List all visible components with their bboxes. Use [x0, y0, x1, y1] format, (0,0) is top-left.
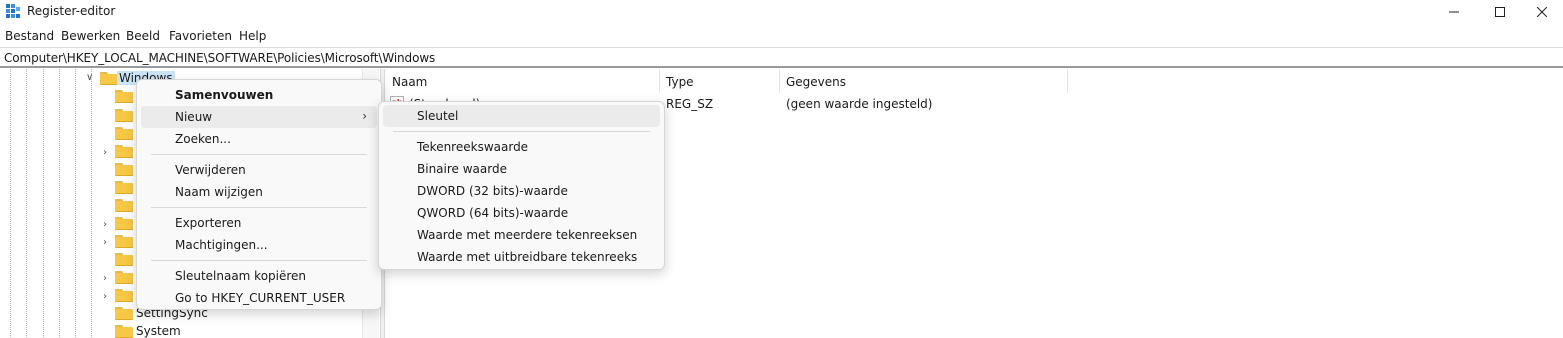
menu-item-label: Verwijderen: [175, 163, 246, 177]
value-type: REG_SZ: [666, 97, 714, 111]
menu-item-label: Waarde met meerdere tekenreeksen: [417, 228, 638, 242]
menu-item-label: Nieuw: [175, 110, 213, 124]
value-data: (geen waarde ingesteld): [786, 97, 933, 111]
chevron-right-icon[interactable]: ›: [103, 292, 113, 302]
tree-guide-line: [75, 69, 76, 338]
menu-separator: [151, 154, 367, 155]
folder-icon: [115, 199, 133, 212]
menu-item-label: Tekenreekswaarde: [417, 140, 529, 154]
folder-icon: [100, 72, 118, 85]
close-icon: [1537, 7, 1547, 17]
column-header-gegevens[interactable]: Gegevens: [780, 69, 1068, 93]
chevron-right-icon[interactable]: ›: [103, 238, 113, 248]
menu-item-label: Sleutel: [417, 109, 459, 123]
folder-icon: [115, 217, 133, 230]
tree-guide-line: [10, 69, 11, 338]
submenu-item-sleutel[interactable]: Sleutel: [383, 105, 660, 127]
menu-separator: [393, 131, 650, 132]
menu-item-nieuw[interactable]: Nieuw ›: [141, 106, 377, 128]
folder-icon: [115, 163, 133, 176]
folder-icon: [115, 289, 133, 302]
menu-item-label: Sleutelnaam kopiëren: [175, 269, 307, 283]
menu-item-label: Go to HKEY_CURRENT_USER: [175, 291, 346, 305]
chevron-right-icon[interactable]: ›: [103, 274, 113, 284]
folder-icon: [115, 271, 133, 284]
submenu-item-binaire-waarde[interactable]: Binaire waarde: [383, 158, 660, 180]
menu-item-label: Machtigingen...: [175, 238, 268, 252]
title-bar: Register-editor: [0, 0, 1563, 24]
tree-guide-line: [43, 69, 44, 338]
column-header-naam[interactable]: Naam: [386, 69, 660, 93]
close-button[interactable]: [1519, 0, 1563, 24]
menu-help[interactable]: Help: [239, 29, 266, 43]
tree-item-label: System: [136, 324, 181, 338]
minimize-button[interactable]: [1431, 0, 1477, 24]
menu-item-verwijderen[interactable]: Verwijderen: [141, 159, 377, 181]
chevron-down-icon[interactable]: ∨: [86, 73, 96, 83]
address-path[interactable]: Computer\HKEY_LOCAL_MACHINE\SOFTWARE\Pol…: [4, 51, 435, 65]
tree-guide-line: [91, 69, 92, 338]
minimize-icon: [1449, 11, 1459, 13]
menu-beeld[interactable]: Beeld: [126, 29, 160, 43]
new-submenu: Sleutel Tekenreekswaarde Binaire waarde …: [378, 101, 665, 270]
chevron-right-icon[interactable]: ›: [103, 148, 113, 158]
menu-item-go-to-hkcu[interactable]: Go to HKEY_CURRENT_USER: [141, 287, 377, 309]
address-bar[interactable]: Computer\HKEY_LOCAL_MACHINE\SOFTWARE\Pol…: [0, 47, 1563, 68]
submenu-item-tekenreekswaarde[interactable]: Tekenreekswaarde: [383, 136, 660, 158]
menu-item-exporteren[interactable]: Exporteren: [141, 212, 377, 234]
menu-item-label: QWORD (64 bits)-waarde: [417, 206, 569, 220]
menu-item-label: Zoeken...: [175, 132, 231, 146]
tree-item-system[interactable]: System: [0, 322, 360, 338]
menu-item-zoeken[interactable]: Zoeken...: [141, 128, 377, 150]
menu-item-samenvouwen[interactable]: Samenvouwen: [141, 84, 377, 106]
chevron-right-icon: ›: [362, 109, 367, 123]
menu-item-label: Waarde met uitbreidbare tekenreeks: [417, 250, 638, 264]
tree-guide-line: [26, 69, 27, 338]
context-menu: Samenvouwen Nieuw › Zoeken... Verwijderen…: [136, 79, 382, 310]
menu-item-naam-wijzigen[interactable]: Naam wijzigen: [141, 181, 377, 203]
menu-item-label: DWORD (32 bits)-waarde: [417, 184, 568, 198]
folder-icon: [115, 235, 133, 248]
menu-item-sleutelnaam-kopieren[interactable]: Sleutelnaam kopiëren: [141, 265, 377, 287]
chevron-right-icon[interactable]: ›: [103, 220, 113, 230]
menu-separator: [151, 260, 367, 261]
menu-item-machtigingen[interactable]: Machtigingen...: [141, 234, 377, 256]
submenu-item-dword[interactable]: DWORD (32 bits)-waarde: [383, 180, 660, 202]
column-header-type[interactable]: Type: [660, 69, 780, 93]
submenu-item-qword[interactable]: QWORD (64 bits)-waarde: [383, 202, 660, 224]
menu-item-label: Samenvouwen: [175, 88, 274, 102]
menu-bestand[interactable]: Bestand: [5, 29, 54, 43]
menu-item-label: Binaire waarde: [417, 162, 507, 176]
menu-favorieten[interactable]: Favorieten: [169, 29, 232, 43]
tree-guide-line: [59, 69, 60, 338]
folder-icon: [115, 253, 133, 266]
maximize-button[interactable]: [1477, 0, 1523, 24]
folder-icon: [115, 145, 133, 158]
folder-icon: [115, 181, 133, 194]
menu-item-label: Naam wijzigen: [175, 185, 263, 199]
menu-bewerken[interactable]: Bewerken: [61, 29, 120, 43]
menu-separator: [151, 207, 367, 208]
folder-icon: [115, 127, 133, 140]
maximize-icon: [1495, 7, 1505, 17]
registry-editor-icon: [6, 4, 20, 18]
folder-icon: [115, 109, 133, 122]
submenu-item-multi-string[interactable]: Waarde met meerdere tekenreeksen: [383, 224, 660, 246]
menu-item-label: Exporteren: [175, 216, 242, 230]
folder-icon: [115, 325, 133, 338]
window-title: Register-editor: [27, 4, 116, 18]
submenu-item-expandable-string[interactable]: Waarde met uitbreidbare tekenreeks: [383, 246, 660, 268]
menu-bar: Bestand Bewerken Beeld Favorieten Help: [0, 26, 1563, 46]
folder-icon: [115, 90, 133, 103]
folder-icon: [115, 307, 133, 320]
